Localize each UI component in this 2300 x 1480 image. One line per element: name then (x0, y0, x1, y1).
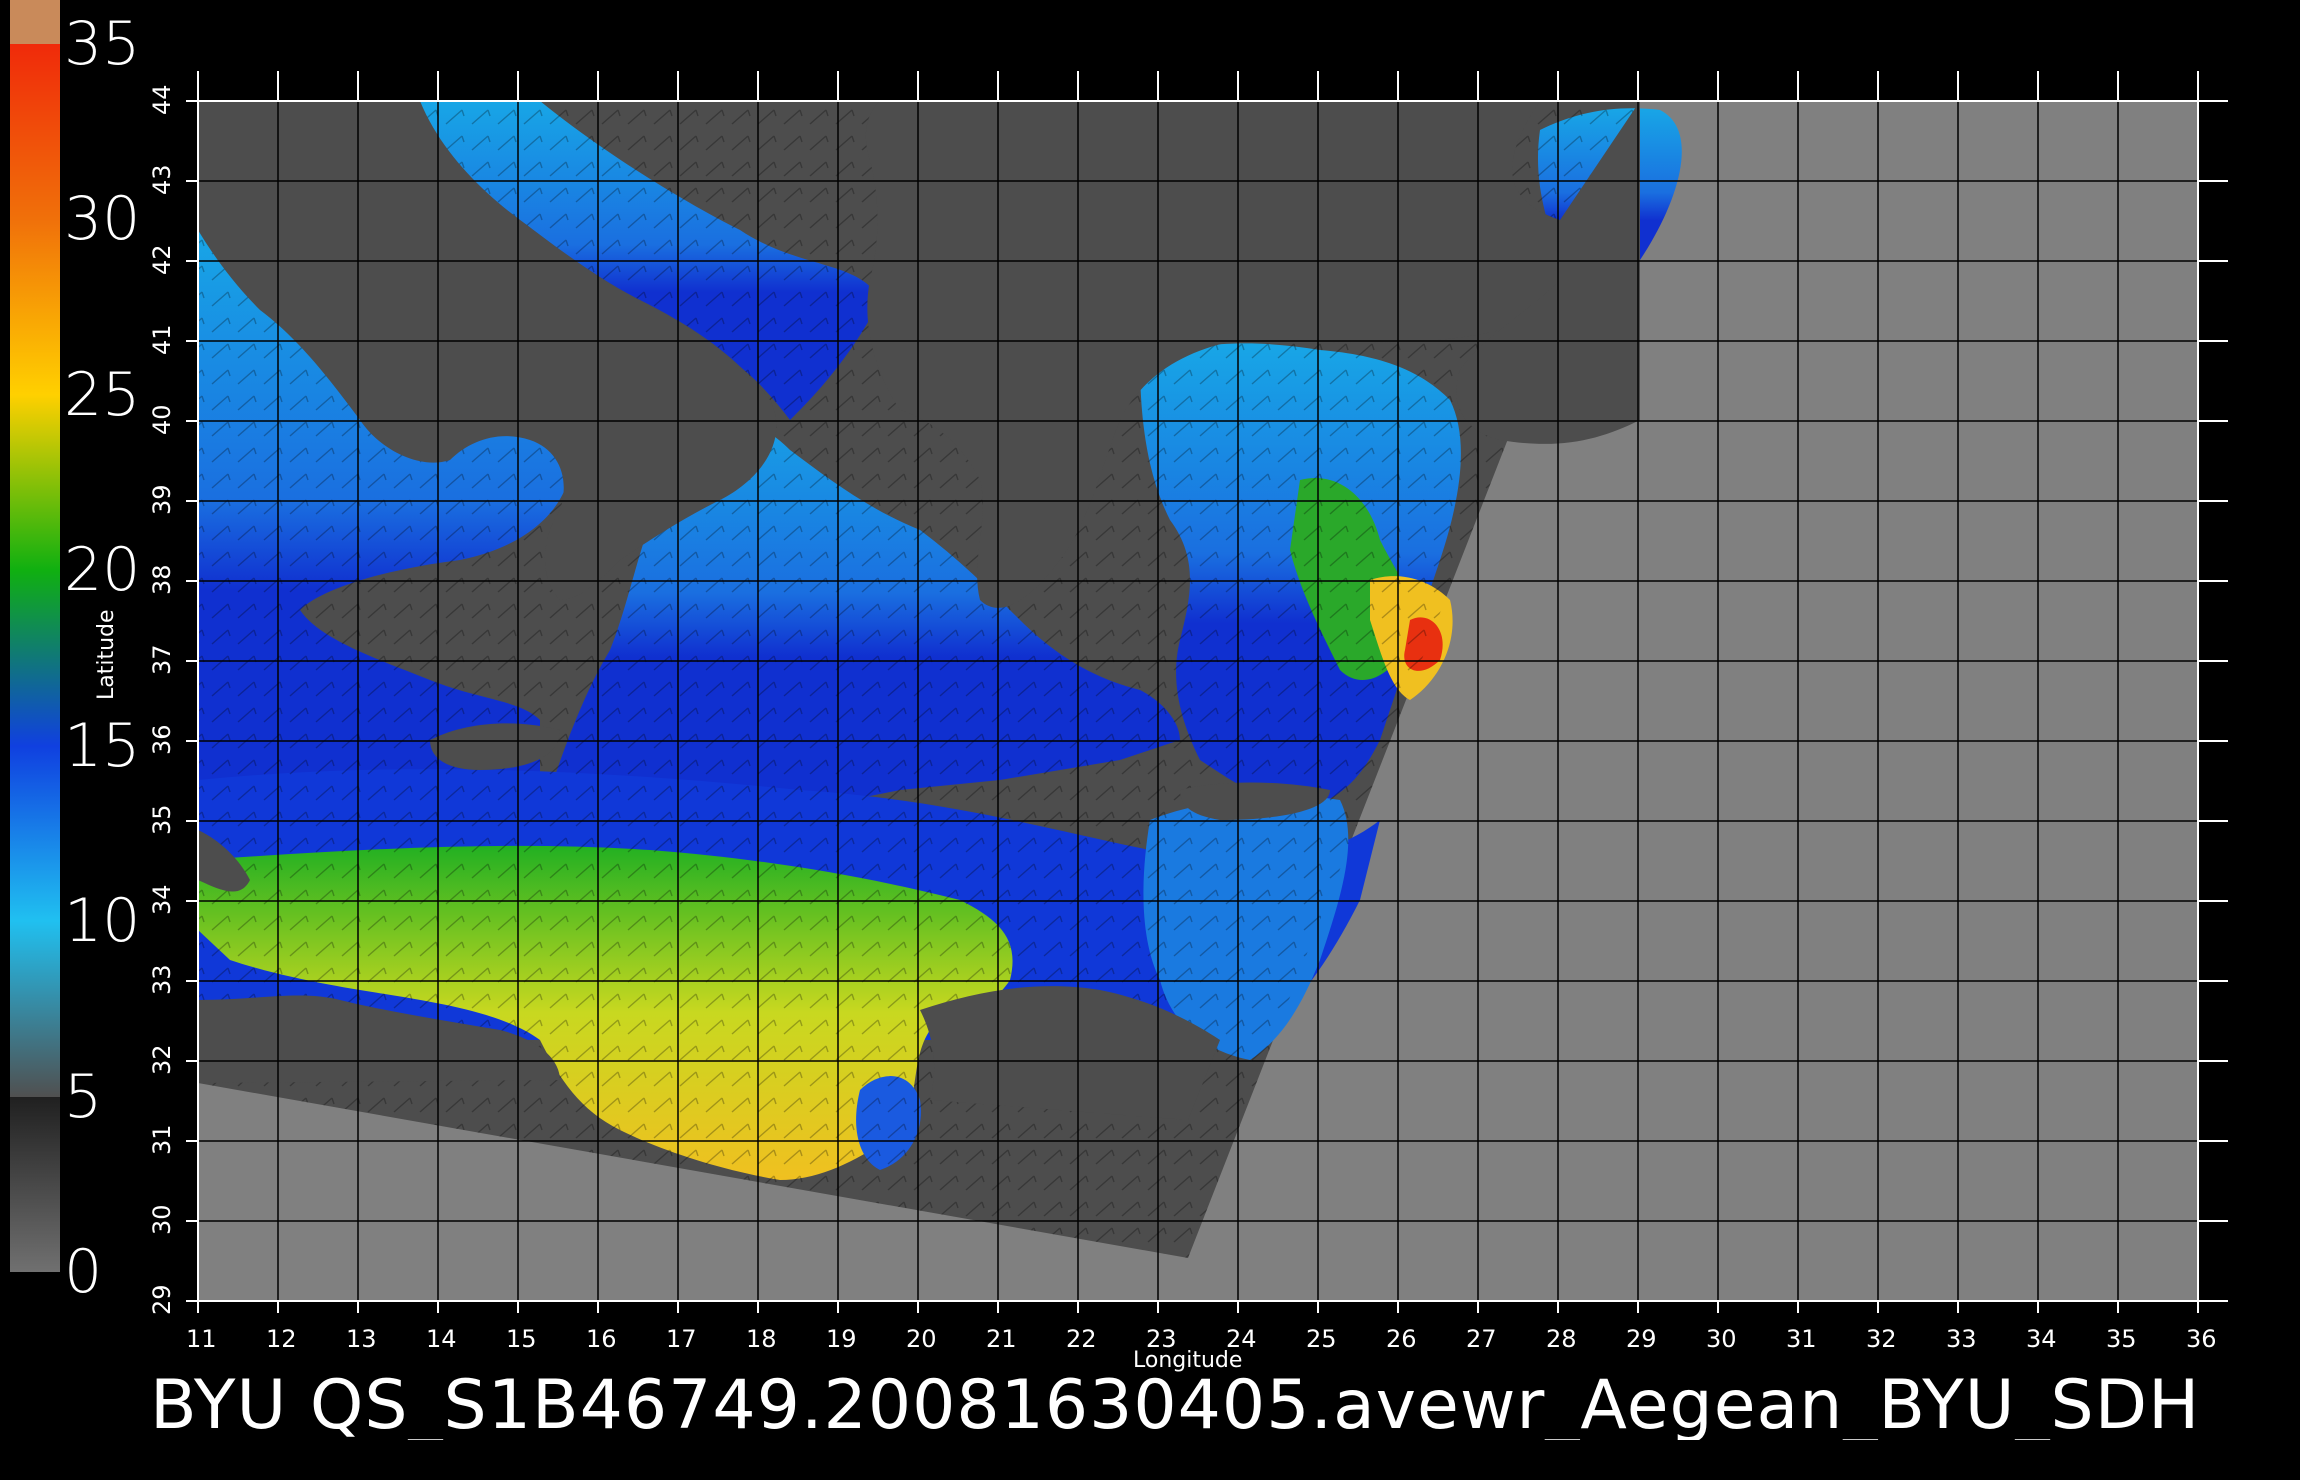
image-caption: BYU QS_S1B46749.20081630405.avewr_Aegean… (150, 1372, 2201, 1440)
x-tick-label: 12 (266, 1325, 297, 1353)
y-tick-label: 42 (148, 244, 176, 275)
y-tick-label: 32 (148, 1044, 176, 1075)
y-tick-label: 38 (148, 564, 176, 595)
x-tick-label: 11 (186, 1325, 217, 1353)
y-tick-label: 36 (148, 724, 176, 755)
y-tick-label: 37 (148, 644, 176, 675)
y-tick-label: 40 (148, 404, 176, 435)
x-tick-label: 35 (2106, 1325, 2137, 1353)
y-tick-label: 30 (148, 1204, 176, 1235)
x-tick-label: 34 (2026, 1325, 2057, 1353)
x-tick-label: 32 (1866, 1325, 1897, 1353)
x-tick-label: 15 (506, 1325, 537, 1353)
y-tick-label: 39 (148, 484, 176, 515)
x-tick-label: 36 (2186, 1325, 2217, 1353)
x-tick-label: 28 (1546, 1325, 1577, 1353)
x-axis-label: Longitude (1133, 1348, 1243, 1373)
y-tick-label: 41 (148, 324, 176, 355)
x-tick-label: 20 (906, 1325, 937, 1353)
x-tick-label: 18 (746, 1325, 777, 1353)
x-tick-label: 31 (1786, 1325, 1817, 1353)
y-tick-label: 43 (148, 164, 176, 195)
x-tick-label: 29 (1626, 1325, 1657, 1353)
x-tick-label: 19 (826, 1325, 857, 1353)
map-figure: 35 30 25 20 15 10 5 0 11 12 13 14 15 16 … (0, 0, 2300, 1480)
x-tick-label: 22 (1066, 1325, 1097, 1353)
x-tick-label: 30 (1706, 1325, 1737, 1353)
x-tick-label: 26 (1386, 1325, 1417, 1353)
x-tick-label: 27 (1466, 1325, 1497, 1353)
x-tick-label: 13 (346, 1325, 377, 1353)
x-tick-label: 33 (1946, 1325, 1977, 1353)
x-tick-label: 14 (426, 1325, 457, 1353)
x-tick-label: 16 (586, 1325, 617, 1353)
wind-speed-map (186, 71, 2228, 1313)
y-tick-label: 29 (148, 1284, 176, 1315)
y-tick-label: 44 (148, 84, 176, 115)
x-tick-label: 21 (986, 1325, 1017, 1353)
y-tick-label: 35 (148, 804, 176, 835)
x-tick-label: 17 (666, 1325, 697, 1353)
y-tick-label: 33 (148, 964, 176, 995)
y-axis-label: Latitude (94, 609, 119, 700)
y-tick-label: 34 (148, 884, 176, 915)
y-tick-label: 31 (148, 1124, 176, 1155)
x-tick-label: 25 (1306, 1325, 1337, 1353)
